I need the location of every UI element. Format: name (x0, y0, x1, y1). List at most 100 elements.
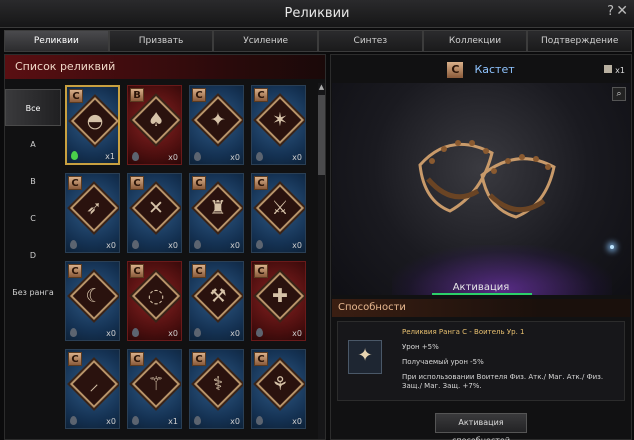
relic-count: x0 (292, 417, 302, 426)
essence-drop-icon (71, 151, 78, 160)
relic-count: x0 (106, 329, 116, 338)
window-title: Реликвии (284, 6, 350, 21)
tab-confirmation[interactable]: Подтверждение (527, 30, 633, 52)
relic-card[interactable]: C ◓ x1 (65, 85, 120, 165)
relic-card[interactable]: C ⚕ x0 (189, 349, 244, 429)
grade-badge: C (192, 264, 206, 278)
relic-detail-panel: C Кастет x1 ⌕ Активация Способности ✦ Ре… (330, 54, 632, 440)
grade-badge: C (130, 352, 144, 366)
ability-line: Урон +5% (402, 343, 439, 351)
essence-drop-icon (256, 328, 263, 337)
essence-drop-icon (132, 416, 139, 425)
close-icon[interactable]: ✕ (616, 3, 628, 19)
relic-card[interactable]: C ✶ x0 (251, 85, 306, 165)
activation-bar (432, 293, 532, 295)
grade-badge: C (254, 176, 268, 190)
relic-card[interactable]: C ⚚ x1 (127, 349, 182, 429)
star-icon: ✦ (357, 345, 373, 366)
ability-line: Получаемый урон -5% (402, 358, 484, 366)
relic-count: x0 (230, 417, 240, 426)
grade-badge: C (192, 352, 206, 366)
relic-card[interactable]: C ♜ x0 (189, 173, 244, 253)
grade-badge: C (254, 264, 268, 278)
relic-card[interactable]: C ⚒ x0 (189, 261, 244, 341)
tab-synthesis[interactable]: Синтез (318, 30, 423, 52)
ability-line: При использовании Воителя Физ. Атк./ Маг… (402, 373, 604, 390)
relic-art-icon: ♠ (147, 109, 165, 131)
relic-card[interactable]: C ⚔ x0 (251, 173, 306, 253)
relic-art-icon: ✕ (148, 197, 164, 219)
relic-art-icon: ✦ (210, 109, 226, 131)
relic-card[interactable]: C ✚ x0 (251, 261, 306, 341)
relic-art-icon: ⚕ (212, 373, 224, 395)
essence-drop-icon (70, 240, 77, 249)
relic-art-icon: ◌ (147, 285, 165, 307)
tab-bar: Реликвии Призвать Усиление Синтез Коллек… (4, 30, 633, 52)
essence-drop-icon (256, 416, 263, 425)
grade-badge: C (69, 89, 83, 103)
essence-drop-icon (256, 240, 263, 249)
tab-collections[interactable]: Коллекции (422, 30, 528, 52)
magnify-icon[interactable]: ⌕ (612, 87, 626, 101)
grade-badge: C (130, 264, 144, 278)
grade-badge: C (254, 352, 268, 366)
relic-art-icon: ➶ (86, 197, 102, 219)
activation-label: Активация (452, 282, 510, 293)
scrollbar-thumb[interactable] (318, 95, 325, 175)
tab-enhance[interactable]: Усиление (213, 30, 319, 52)
relic-count: x0 (292, 329, 302, 338)
essence-drop-icon (70, 416, 77, 425)
essence-drop-icon (132, 152, 139, 161)
relic-art-icon: ⚚ (147, 373, 165, 395)
relic-count: x0 (230, 329, 240, 338)
relic-count: x1 (168, 417, 178, 426)
filter-a[interactable]: A (5, 126, 61, 163)
relic-art-icon: ✶ (272, 109, 288, 131)
relic-count: x0 (168, 241, 178, 250)
filter-all[interactable]: Все (5, 89, 61, 126)
relic-art-icon: ♜ (209, 197, 227, 219)
essence-drop-icon (194, 152, 201, 161)
filter-d[interactable]: D (5, 237, 61, 274)
scroll-up-icon[interactable]: ▲ (316, 83, 327, 91)
title-bar: Реликвии ? ✕ (0, 0, 634, 28)
relic-count: x0 (230, 153, 240, 162)
essence-drop-icon (256, 152, 263, 161)
relic-art-icon: ✚ (272, 285, 288, 307)
relic-art-icon: ◓ (86, 110, 104, 132)
grade-badge: B (130, 88, 144, 102)
relic-card[interactable]: C ◌ x0 (127, 261, 182, 341)
relic-card[interactable]: C ✦ x0 (189, 85, 244, 165)
help-icon[interactable]: ? (607, 4, 614, 19)
activate-abilities-button[interactable]: Активация способностей (435, 413, 527, 440)
abilities-header: Способности (332, 299, 630, 317)
relic-art-icon: ⚔ (271, 197, 289, 219)
relic-list-panel: Список реликвий Все A B C D Без ранга C ◓… (4, 54, 326, 440)
grade-badge: C (68, 352, 82, 366)
owned-count: x1 (604, 65, 625, 75)
filter-no-rank[interactable]: Без ранга (5, 274, 61, 311)
relic-card[interactable]: C ⚘ x0 (251, 349, 306, 429)
essence-drop-icon (194, 416, 201, 425)
filter-b[interactable]: B (5, 163, 61, 200)
relic-card[interactable]: C ➶ x0 (65, 173, 120, 253)
tab-relics[interactable]: Реликвии (4, 30, 109, 52)
grade-badge: C (254, 88, 268, 102)
relic-card[interactable]: B ♠ x0 (127, 85, 182, 165)
tab-summon[interactable]: Призвать (108, 30, 214, 52)
relic-card[interactable]: C ✕ x0 (127, 173, 182, 253)
filter-c[interactable]: C (5, 200, 61, 237)
grade-badge: C (447, 61, 464, 78)
relic-count: x0 (292, 241, 302, 250)
grade-badge: C (68, 176, 82, 190)
relic-card[interactable]: C ☾ x0 (65, 261, 120, 341)
relic-title: C Кастет (331, 59, 631, 79)
relic-count: x0 (168, 329, 178, 338)
ability-lines: Реликвия Ранга С - Воитель Ур. 1 Урон +5… (402, 328, 622, 397)
relic-card[interactable]: C ⸝ x0 (65, 349, 120, 429)
essence-drop-icon (132, 240, 139, 249)
abilities-box: ✦ Реликвия Ранга С - Воитель Ур. 1 Урон … (337, 321, 625, 401)
grade-filter-list: Все A B C D Без ранга (5, 89, 61, 311)
ability-title: Реликвия Ранга С - Воитель Ур. 1 (402, 328, 525, 336)
grade-badge: C (68, 264, 82, 278)
